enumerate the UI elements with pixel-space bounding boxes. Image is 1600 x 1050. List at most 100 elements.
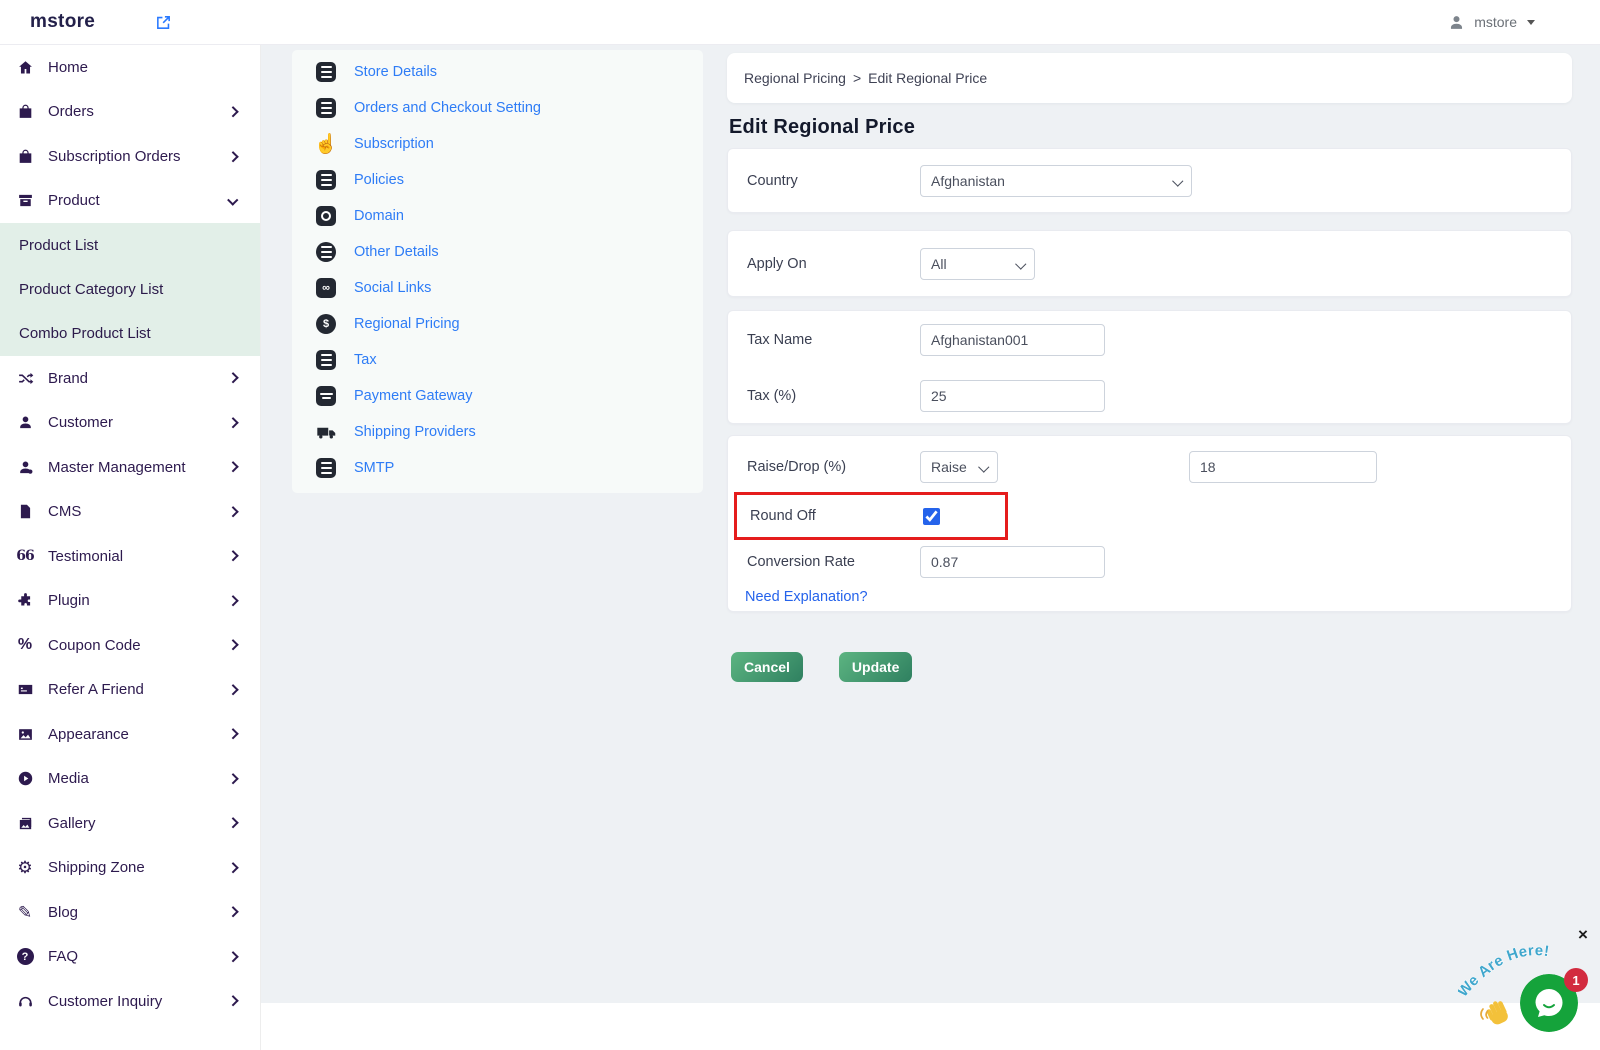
- sidebar-item-shipping-zone[interactable]: ⚙Shipping Zone: [0, 845, 260, 890]
- country-select-wrap: Afghanistan: [920, 165, 1192, 197]
- sidebar-item-customer[interactable]: Customer: [0, 400, 260, 445]
- orders-bag-icon: [15, 103, 35, 120]
- sidebar-item-label: Plugin: [48, 592, 90, 609]
- sidebar-item-label: CMS: [48, 503, 81, 520]
- country-select[interactable]: Afghanistan: [920, 165, 1192, 197]
- cancel-button[interactable]: Cancel: [731, 652, 803, 682]
- faq-question-icon: ?: [15, 948, 35, 965]
- customer-inquiry-headset-icon: [15, 993, 35, 1010]
- settings-item-subscription[interactable]: ☝Subscription: [292, 126, 703, 162]
- settings-item-orders-and-checkout-setting[interactable]: Orders and Checkout Setting: [292, 90, 703, 126]
- sidebar-item-media[interactable]: Media: [0, 756, 260, 801]
- tax-card: Tax Name Tax (%): [727, 310, 1572, 424]
- chevron-right-icon: [227, 462, 238, 473]
- settings-item-regional-pricing[interactable]: $Regional Pricing: [292, 306, 703, 342]
- breadcrumb-section[interactable]: Regional Pricing: [744, 70, 846, 86]
- conversion-rate-label: Conversion Rate: [728, 554, 920, 570]
- sidebar-subitem-product-category-list[interactable]: Product Category List: [0, 267, 260, 311]
- country-card: Country Afghanistan: [727, 148, 1572, 213]
- sidebar-item-label: Appearance: [48, 726, 129, 743]
- coupon-percent-icon: %: [15, 636, 35, 654]
- settings-item-policies[interactable]: Policies: [292, 162, 703, 198]
- sidebar-item-coupon-code[interactable]: %Coupon Code: [0, 623, 260, 668]
- chevron-right-icon: [227, 151, 238, 162]
- subscription-hand-icon: ☝: [315, 135, 337, 154]
- chat-unread-badge: 1: [1564, 968, 1588, 992]
- sidebar-item-label: Brand: [48, 370, 88, 387]
- sidebar-nav: HomeOrdersSubscription OrdersProductProd…: [0, 45, 261, 1050]
- settings-item-label: Social Links: [354, 280, 431, 296]
- chevron-right-icon: [227, 106, 238, 117]
- sidebar-item-appearance[interactable]: Appearance: [0, 712, 260, 757]
- appearance-image-icon: [15, 726, 35, 743]
- raise-drop-select-wrap: Raise: [920, 451, 998, 483]
- tax-percent-label: Tax (%): [728, 388, 920, 404]
- settings-item-payment-gateway[interactable]: Payment Gateway: [292, 378, 703, 414]
- sidebar-item-orders[interactable]: Orders: [0, 90, 260, 135]
- sidebar-item-master-management[interactable]: Master Management: [0, 445, 260, 490]
- update-button[interactable]: Update: [839, 652, 912, 682]
- raise-drop-amount-input[interactable]: [1189, 451, 1377, 483]
- raise-drop-card: Raise/Drop (%) Raise Round Off Conversio…: [727, 435, 1572, 612]
- need-explanation-link[interactable]: Need Explanation?: [745, 589, 868, 605]
- tax-percent-input[interactable]: [920, 380, 1105, 412]
- sidebar-item-testimonial[interactable]: 66Testimonial: [0, 534, 260, 579]
- sidebar-item-label: Shipping Zone: [48, 859, 145, 876]
- settings-item-label: Domain: [354, 208, 404, 224]
- user-name: mstore: [1474, 14, 1517, 30]
- settings-item-store-details[interactable]: Store Details: [292, 54, 703, 90]
- subscription-orders-bag-icon: [15, 148, 35, 165]
- app-logo: mstore: [30, 11, 95, 33]
- sidebar-subitem-product-list[interactable]: Product List: [0, 223, 260, 267]
- sidebar-item-label: Gallery: [48, 815, 96, 832]
- raise-drop-select[interactable]: Raise: [920, 451, 998, 483]
- sidebar-item-plugin[interactable]: Plugin: [0, 578, 260, 623]
- brand-shuffle-icon: [15, 370, 35, 387]
- sidebar-item-refer-a-friend[interactable]: Refer A Friend: [0, 667, 260, 712]
- round-off-checkbox[interactable]: [923, 508, 940, 525]
- form-actions: Cancel Update: [727, 652, 1572, 682]
- sidebar-item-faq[interactable]: ?FAQ: [0, 934, 260, 979]
- sidebar-item-home[interactable]: Home: [0, 45, 260, 90]
- apply-on-select-wrap: All: [920, 248, 1035, 280]
- settings-item-social-links[interactable]: ∞Social Links: [292, 270, 703, 306]
- settings-item-label: Payment Gateway: [354, 388, 472, 404]
- settings-item-smtp[interactable]: SMTP: [292, 450, 703, 486]
- main-content: Regional Pricing > Edit Regional Price E…: [727, 53, 1572, 682]
- settings-item-shipping-providers[interactable]: Shipping Providers: [292, 414, 703, 450]
- breadcrumb: Regional Pricing > Edit Regional Price: [727, 53, 1572, 103]
- sidebar-item-gallery[interactable]: Gallery: [0, 801, 260, 846]
- chevron-down-icon: [1527, 20, 1535, 25]
- chevron-right-icon: [227, 907, 238, 918]
- chevron-right-icon: [227, 417, 238, 428]
- customer-person-icon: [15, 414, 35, 431]
- sidebar-item-product[interactable]: Product: [0, 179, 260, 224]
- round-off-label: Round Off: [737, 508, 923, 524]
- chevron-right-icon: [227, 506, 238, 517]
- sidebar-item-brand[interactable]: Brand: [0, 356, 260, 401]
- settings-item-tax[interactable]: Tax: [292, 342, 703, 378]
- sidebar-item-blog[interactable]: ✎Blog: [0, 890, 260, 935]
- chevron-right-icon: [227, 951, 238, 962]
- conversion-rate-input[interactable]: [920, 546, 1105, 578]
- external-link-icon[interactable]: [155, 14, 172, 31]
- sidebar-item-subscription-orders[interactable]: Subscription Orders: [0, 134, 260, 179]
- smtp-icon: [315, 458, 337, 478]
- chevron-right-icon: [227, 862, 238, 873]
- sidebar-item-cms[interactable]: CMS: [0, 489, 260, 534]
- settings-item-domain[interactable]: Domain: [292, 198, 703, 234]
- settings-item-label: Shipping Providers: [354, 424, 476, 440]
- store-details-icon: [315, 62, 337, 82]
- sidebar-item-label: Subscription Orders: [48, 148, 181, 165]
- tax-name-input[interactable]: [920, 324, 1105, 356]
- sidebar-subitem-combo-product-list[interactable]: Combo Product List: [0, 312, 260, 356]
- sidebar-item-customer-inquiry[interactable]: Customer Inquiry: [0, 979, 260, 1024]
- sidebar-item-label: Customer Inquiry: [48, 993, 162, 1010]
- user-menu[interactable]: mstore: [1447, 13, 1535, 32]
- settings-item-label: Store Details: [354, 64, 437, 80]
- settings-item-other-details[interactable]: Other Details: [292, 234, 703, 270]
- settings-item-label: Policies: [354, 172, 404, 188]
- apply-on-select[interactable]: All: [920, 248, 1035, 280]
- breadcrumb-page: Edit Regional Price: [868, 70, 987, 86]
- user-avatar-icon: [1447, 13, 1466, 32]
